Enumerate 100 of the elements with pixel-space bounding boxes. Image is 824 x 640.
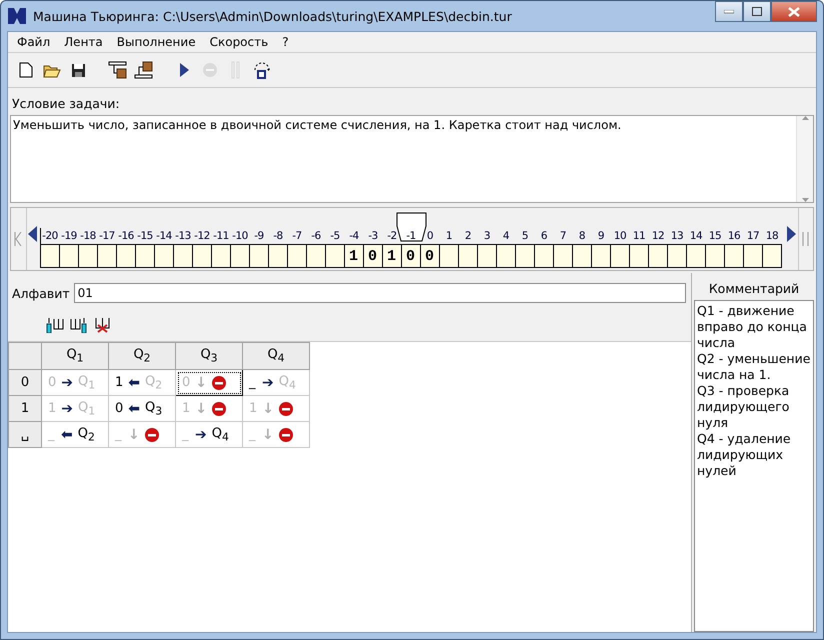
comment-line: Q4 - удаление лидирующих нулей — [697, 431, 792, 479]
tape-cell[interactable] — [212, 244, 230, 268]
scroll-up-icon — [802, 116, 808, 120]
tape-cell[interactable] — [668, 244, 686, 268]
tape-cell[interactable] — [250, 244, 268, 268]
tape-cell[interactable] — [496, 244, 516, 268]
tape-cell[interactable]: 0 — [402, 244, 420, 268]
state-header[interactable]: Q$_{4}$ — [242, 342, 310, 370]
move-arrow: ⬅ — [61, 426, 73, 442]
tape-cell[interactable] — [534, 244, 554, 268]
tape-cell[interactable] — [288, 244, 306, 268]
tape-cell[interactable] — [174, 244, 192, 268]
menu-item[interactable]: ? — [275, 34, 296, 50]
rule-cell[interactable]: _ ⬅ Q$_{2}$ — [42, 422, 108, 448]
tape-cell[interactable] — [516, 244, 534, 268]
tape-index: -18 — [80, 229, 96, 244]
tape-index: 18 — [766, 229, 778, 244]
tape-cell[interactable] — [440, 244, 458, 268]
tape-index: -4 — [349, 229, 359, 244]
maximize-button[interactable] — [743, 1, 771, 22]
tape-cell[interactable]: 1 — [344, 244, 364, 268]
tape-cell[interactable] — [554, 244, 572, 268]
symbol-header[interactable]: ␣ — [8, 422, 42, 448]
tape-cell[interactable] — [572, 244, 592, 268]
scroll-left-icon[interactable] — [28, 226, 38, 242]
tape-cell[interactable] — [268, 244, 288, 268]
symbol-header[interactable]: 0 — [8, 370, 42, 396]
comment-field[interactable]: Q1 - движение вправо до конца числа Q2 - уменьшение числа на 1. Q3 - проверка лидирующего нуля Q4 - удаление лидирующих нулей — [694, 300, 814, 632]
tape-cell[interactable] — [610, 244, 630, 268]
rule-cell[interactable]: 1 ➔ Q$_{1}$ — [42, 396, 108, 422]
tape-cell[interactable]: 0 — [420, 244, 440, 268]
insert-column-right-icon[interactable] — [70, 317, 88, 333]
move-arrow: ↓ — [262, 426, 274, 442]
close-icon — [788, 6, 800, 16]
close-button[interactable] — [771, 1, 817, 22]
tape-cell[interactable] — [478, 244, 496, 268]
rule-cell[interactable]: 0 ➔ Q$_{1}$ — [42, 370, 108, 396]
tape-cell[interactable] — [326, 244, 344, 268]
menu-item[interactable]: Скорость — [202, 34, 276, 50]
tape-cell[interactable] — [306, 244, 326, 268]
tape-cell[interactable] — [192, 244, 212, 268]
menu-item[interactable]: Файл — [10, 34, 58, 50]
symbol-header[interactable]: 1 — [8, 396, 42, 422]
write-symbol: 0 — [115, 401, 124, 416]
tape-cell[interactable] — [592, 244, 610, 268]
menu-item[interactable]: Выполнение — [110, 34, 203, 50]
tape-index: -5 — [330, 229, 340, 244]
insert-column-left-icon[interactable] — [46, 317, 64, 333]
move-arrow: ⬅ — [128, 374, 140, 390]
state-header[interactable]: Q$_{3}$ — [176, 342, 242, 370]
tape-cell[interactable] — [230, 244, 250, 268]
tape-save-icon — [134, 61, 154, 79]
move-arrow: ➔ — [195, 426, 207, 442]
tape-index: 8 — [578, 229, 586, 244]
tape-cell[interactable] — [706, 244, 724, 268]
tape-cell[interactable] — [648, 244, 668, 268]
write-symbol: 1 — [48, 401, 56, 416]
tape-cell[interactable] — [78, 244, 98, 268]
alphabet-field[interactable]: 01 — [74, 283, 686, 303]
tape-index: -7 — [292, 229, 302, 244]
tape-index: -20 — [42, 229, 58, 244]
state-header[interactable]: Q$_{2}$ — [108, 342, 176, 370]
tape-cell[interactable] — [136, 244, 154, 268]
minimize-button[interactable] — [715, 1, 743, 22]
scroll-bar[interactable] — [796, 116, 813, 202]
tape-cell[interactable] — [154, 244, 174, 268]
tape-index: -8 — [273, 229, 283, 244]
tape-cell[interactable] — [762, 244, 782, 268]
toolbar-button[interactable] — [134, 60, 154, 80]
tape-cell[interactable] — [116, 244, 136, 268]
toolbar-button[interactable] — [252, 60, 272, 80]
tape-cell[interactable] — [744, 244, 762, 268]
alphabet-label: Алфавит — [12, 286, 70, 300]
tape-cell[interactable] — [686, 244, 706, 268]
rule-cell[interactable]: 0 ⬅ Q$_{3}$ — [108, 396, 176, 422]
tape-cell[interactable] — [60, 244, 78, 268]
tape-cell[interactable] — [40, 244, 60, 268]
tape-index: 10 — [614, 229, 626, 244]
delete-column-icon[interactable] — [94, 317, 112, 333]
rule-cell[interactable]: _ ➔ Q$_{4}$ — [242, 370, 310, 396]
move-arrow: ↓ — [262, 400, 274, 416]
tape-cell[interactable]: 1 — [382, 244, 402, 268]
state-header[interactable]: Q$_{1}$ — [42, 342, 108, 370]
scroll-right-icon[interactable] — [786, 226, 796, 242]
task-text-area[interactable]: Уменьшить число, записанное в двоичной системе счисления, на 1. Каретка стоит над числом. — [10, 115, 814, 203]
tape-cell[interactable] — [630, 244, 648, 268]
rule-cell[interactable]: 1 ⬅ Q$_{2}$ — [108, 370, 176, 396]
tape-index: 3 — [484, 229, 490, 244]
tape-cell[interactable] — [724, 244, 744, 268]
tape-index: 9 — [598, 229, 604, 244]
tape-cell[interactable]: 0 — [364, 244, 382, 268]
comment-line: Q1 - движение вправо до конца числа — [697, 303, 808, 351]
menu-item[interactable]: Лента — [57, 34, 110, 50]
next-state: Q$_{1}$ — [78, 374, 96, 392]
tape-cell[interactable] — [98, 244, 116, 268]
new-file-icon — [19, 62, 33, 78]
rule-cell[interactable]: _ ➔ Q$_{4}$ — [176, 422, 242, 448]
tape-cell[interactable] — [458, 244, 478, 268]
toolbar-button[interactable] — [108, 60, 128, 80]
tape-index: -9 — [254, 229, 264, 244]
